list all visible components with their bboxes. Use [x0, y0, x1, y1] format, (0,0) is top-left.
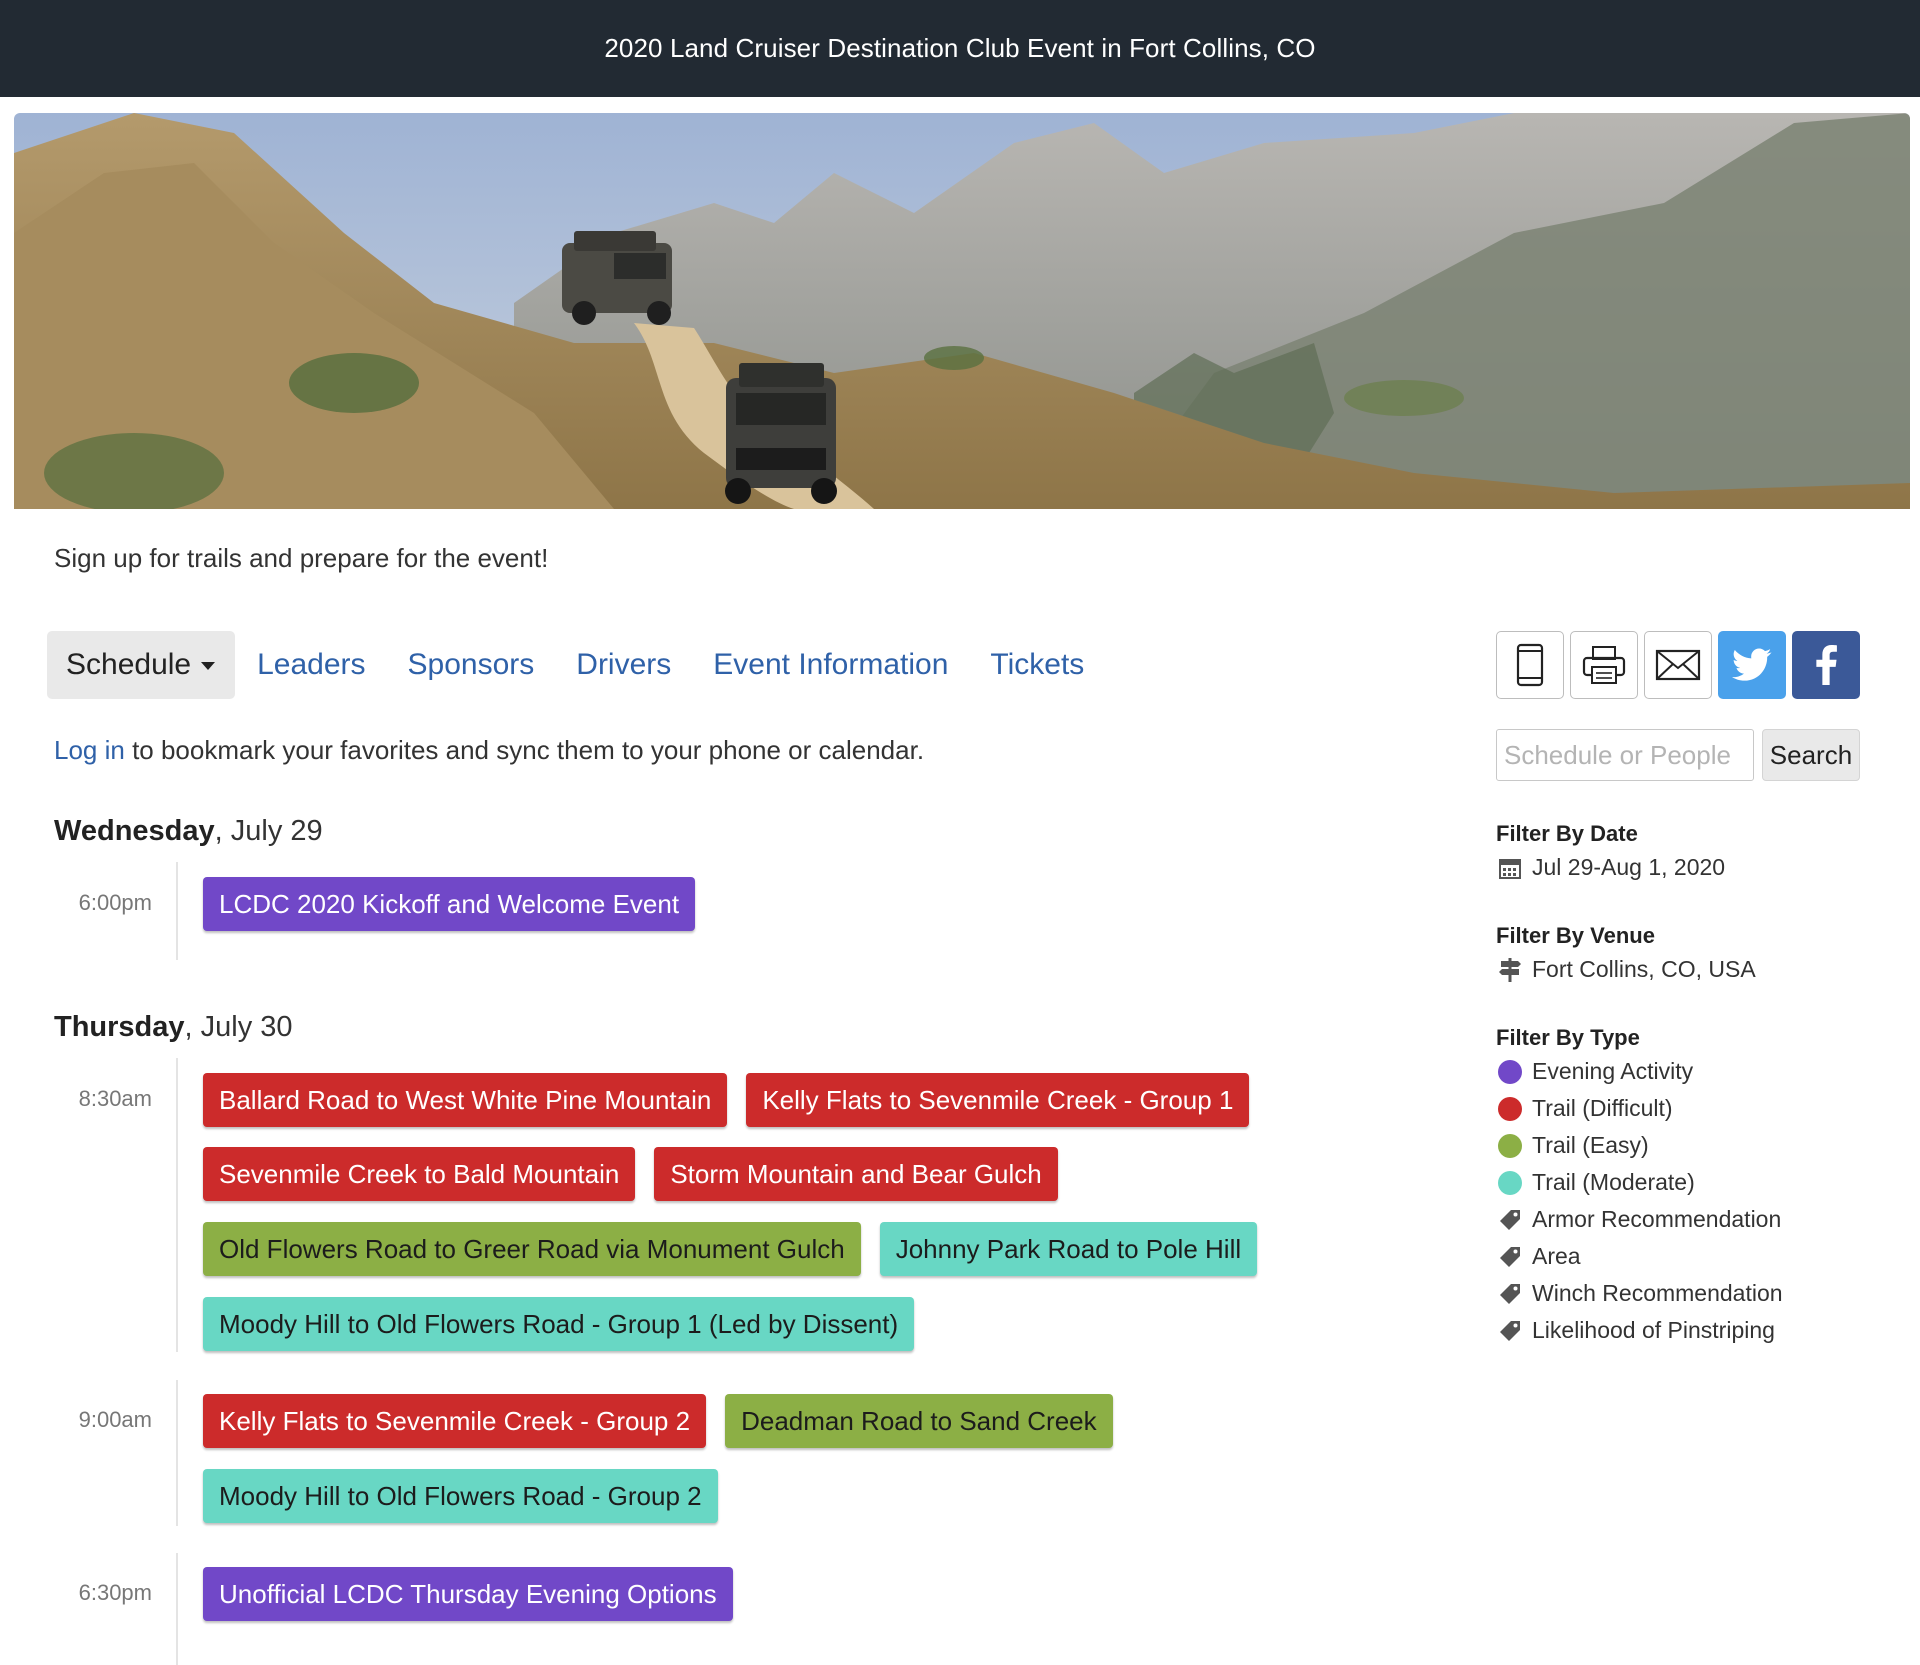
evening-dot-icon [1497, 1059, 1523, 1085]
filter-date-option[interactable]: Jul 29-Aug 1, 2020 [1497, 854, 1725, 881]
time-label: 6:00pm [78, 890, 152, 915]
filter-type-evening[interactable]: Evening Activity [1497, 1058, 1693, 1085]
event-moody-hill-group-1[interactable]: Moody Hill to Old Flowers Road - Group 1… [203, 1297, 915, 1351]
schedule-dropdown[interactable]: Schedule [47, 631, 236, 699]
tag-icon [1497, 1207, 1523, 1233]
difficult-dot-icon [1497, 1096, 1523, 1122]
filter-by-type-heading: Filter By Type [1496, 1025, 1640, 1050]
photo-banner [14, 113, 1910, 509]
day-date: , July 30 [184, 1011, 293, 1043]
event-row: Moody Hill to Old Flowers Road - Group 1… [203, 1297, 933, 1351]
event-kelly-flats-group-2[interactable]: Kelly Flats to Sevenmile Creek - Group 2 [203, 1394, 707, 1448]
event-row: LCDC 2020 Kickoff and Welcome Event [203, 877, 714, 931]
event-deadman-road[interactable]: Deadman Road to Sand Creek [725, 1394, 1113, 1448]
filter-tag-label: Winch Recommendation [1532, 1280, 1783, 1306]
filter-type-difficult[interactable]: Trail (Difficult) [1497, 1095, 1673, 1122]
signpost-icon [1497, 957, 1523, 983]
filter-tag-label: Armor Recommendation [1532, 1206, 1782, 1232]
print-icon [1582, 646, 1626, 684]
tag-icon [1497, 1318, 1523, 1344]
caret-down-icon [201, 662, 216, 670]
nav-tickets[interactable]: Tickets [990, 648, 1084, 682]
day-name: Wednesday [54, 815, 215, 847]
time-label: 6:30pm [78, 1580, 152, 1605]
easy-dot-icon [1497, 1133, 1523, 1159]
time-label: 8:30am [78, 1086, 152, 1111]
filter-tag-area[interactable]: Area [1497, 1243, 1581, 1270]
filter-type-label: Trail (Difficult) [1532, 1095, 1673, 1121]
facebook-button[interactable] [1792, 631, 1860, 699]
filter-tag-label: Area [1532, 1243, 1581, 1269]
timeline-divider [176, 862, 178, 960]
filter-date-value: Jul 29-Aug 1, 2020 [1532, 854, 1726, 880]
filter-by-date-heading: Filter By Date [1496, 821, 1638, 846]
event-johnny-park-road[interactable]: Johnny Park Road to Pole Hill [879, 1222, 1258, 1276]
event-storm-mountain[interactable]: Storm Mountain and Bear Gulch [654, 1147, 1058, 1201]
filter-type-easy[interactable]: Trail (Easy) [1497, 1132, 1649, 1159]
print-button[interactable] [1570, 631, 1638, 699]
filter-tag-winch[interactable]: Winch Recommendation [1497, 1280, 1783, 1307]
share-buttons [1496, 631, 1860, 699]
event-ballard-road[interactable]: Ballard Road to West White Pine Mountain [203, 1073, 728, 1127]
event-row: Kelly Flats to Sevenmile Creek - Group 2… [203, 1394, 1132, 1448]
filter-tag-armor[interactable]: Armor Recommendation [1497, 1206, 1781, 1233]
nav-sponsors[interactable]: Sponsors [408, 648, 535, 682]
filter-venue-value: Fort Collins, CO, USA [1532, 956, 1756, 982]
event-lcdc-kickoff[interactable]: LCDC 2020 Kickoff and Welcome Event [203, 877, 696, 931]
day-heading-thursday: Thursday, July 30 [54, 1011, 293, 1044]
top-header-bar: 2020 Land Cruiser Destination Club Event… [0, 0, 1920, 97]
login-prompt-text: to bookmark your favorites and sync them… [124, 735, 925, 765]
day-date: , July 29 [214, 815, 323, 847]
tag-icon [1497, 1281, 1523, 1307]
event-old-flowers-road[interactable]: Old Flowers Road to Greer Road via Monum… [203, 1222, 861, 1276]
event-sevenmile-creek[interactable]: Sevenmile Creek to Bald Mountain [203, 1147, 636, 1201]
nav-event-information[interactable]: Event Information [713, 648, 948, 682]
nav-leaders[interactable]: Leaders [257, 648, 365, 682]
filter-type-moderate[interactable]: Trail (Moderate) [1497, 1169, 1695, 1196]
filter-venue-option[interactable]: Fort Collins, CO, USA [1497, 956, 1756, 983]
event-row: Old Flowers Road to Greer Road via Monum… [203, 1222, 1276, 1276]
filter-type-label: Trail (Moderate) [1532, 1169, 1695, 1195]
calendar-icon [1497, 855, 1523, 881]
tag-icon [1497, 1244, 1523, 1270]
twitter-icon [1732, 648, 1772, 681]
timeline-divider [176, 1058, 178, 1352]
event-kelly-flats-group-1[interactable]: Kelly Flats to Sevenmile Creek - Group 1 [746, 1073, 1250, 1127]
search-button[interactable]: Search [1762, 729, 1860, 781]
event-row: Sevenmile Creek to Bald Mountain Storm M… [203, 1147, 1077, 1201]
day-name: Thursday [54, 1011, 185, 1043]
main-nav: Schedule Leaders Sponsors Drivers Event … [47, 631, 1126, 699]
tagline: Sign up for trails and prepare for the e… [54, 543, 549, 573]
email-icon [1655, 649, 1701, 681]
twitter-button[interactable] [1718, 631, 1786, 699]
facebook-icon [1816, 645, 1837, 685]
event-moody-hill-group-2[interactable]: Moody Hill to Old Flowers Road - Group 2 [203, 1469, 718, 1523]
filter-by-venue-heading: Filter By Venue [1496, 923, 1655, 948]
phone-button[interactable] [1496, 631, 1564, 699]
schedule-label: Schedule [66, 648, 192, 681]
phone-icon [1516, 643, 1544, 687]
day-heading-wednesday: Wednesday, July 29 [54, 815, 323, 848]
event-row: Moody Hill to Old Flowers Road - Group 2 [203, 1469, 737, 1523]
login-prompt: Log in to bookmark your favorites and sy… [54, 735, 924, 766]
filter-tag-pinstriping[interactable]: Likelihood of Pinstriping [1497, 1317, 1775, 1344]
login-link[interactable]: Log in [54, 735, 125, 765]
moderate-dot-icon [1497, 1170, 1523, 1196]
nav-drivers[interactable]: Drivers [576, 648, 671, 682]
filter-type-label: Trail (Easy) [1532, 1132, 1649, 1158]
filter-type-label: Evening Activity [1532, 1058, 1694, 1084]
event-row: Unofficial LCDC Thursday Evening Options [203, 1567, 752, 1621]
email-button[interactable] [1644, 631, 1712, 699]
event-row: Ballard Road to West White Pine Mountain… [203, 1073, 1268, 1127]
time-label: 9:00am [78, 1407, 152, 1432]
filter-tag-label: Likelihood of Pinstriping [1532, 1317, 1775, 1343]
event-unofficial-lcdc-thursday[interactable]: Unofficial LCDC Thursday Evening Options [203, 1567, 733, 1621]
timeline-divider [176, 1553, 178, 1665]
search-input[interactable] [1496, 729, 1754, 781]
timeline-divider [176, 1380, 178, 1526]
page-title: 2020 Land Cruiser Destination Club Event… [604, 33, 1316, 63]
